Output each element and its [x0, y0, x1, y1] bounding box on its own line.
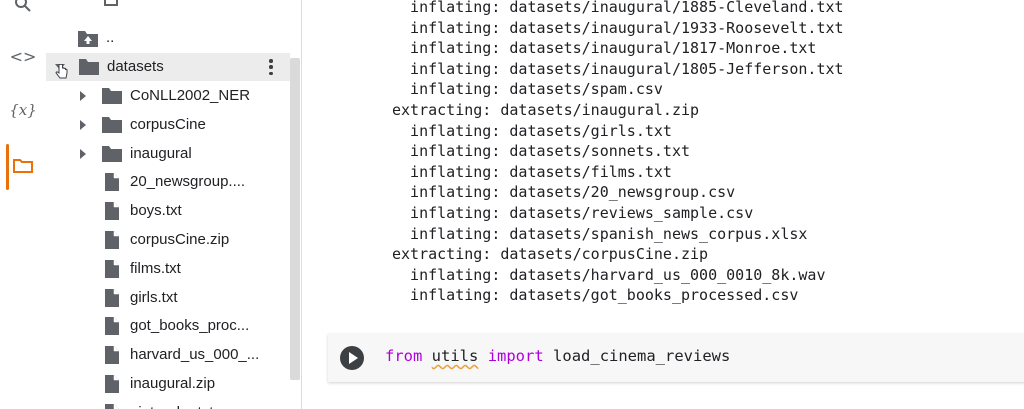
item-label: 20_newsgroup.... — [130, 173, 246, 191]
file-icon — [105, 346, 119, 365]
code-icon[interactable]: <> — [0, 38, 46, 74]
cell-output: inflating: datasets/inaugural/1885-Cleve… — [304, 0, 1024, 320]
code-editor[interactable]: from utils import load_cinema_reviews — [385, 347, 730, 365]
import-name: load_cinema_reviews — [553, 347, 731, 365]
file-icon — [105, 173, 119, 192]
file-icon — [105, 202, 119, 221]
file-panel-scrollbar[interactable] — [290, 58, 300, 380]
output-line: inflating: datasets/reviews_sample.csv — [392, 204, 754, 222]
file-icon — [105, 317, 119, 336]
folder-item[interactable]: corpusCine — [46, 111, 290, 139]
chevron-right-icon[interactable] — [78, 148, 88, 159]
folder-up-icon — [78, 31, 98, 47]
file-icon — [105, 403, 119, 409]
item-label: girls.txt — [130, 288, 178, 306]
parent-directory[interactable]: .. — [46, 25, 290, 53]
output-line: inflating: datasets/girls.txt — [392, 121, 672, 140]
file-item[interactable]: films.txt — [46, 255, 290, 283]
output-line: inflating: datasets/got_books_processed.… — [392, 286, 799, 305]
folder-icon — [79, 59, 99, 75]
output-line: inflating: datasets/harvard_us_000_0010_… — [392, 265, 826, 284]
folder-item[interactable]: inaugural — [46, 140, 290, 168]
file-item[interactable]: boys.txt — [46, 197, 290, 225]
file-browser-panel: .. datasets CoNLL2002_NER corpusCine inaug… — [46, 0, 302, 409]
play-icon — [349, 352, 358, 364]
parent-label: .. — [106, 29, 115, 46]
file-item[interactable]: harvard_us_000_... — [46, 341, 290, 369]
run-cell-button[interactable] — [340, 346, 364, 370]
left-rail: <> {x} — [0, 0, 46, 409]
item-label: boys.txt — [130, 202, 182, 220]
module-name: utils — [431, 347, 479, 365]
output-line: extracting: datasets/corpusCine.zip — [392, 245, 709, 264]
chevron-right-icon[interactable] — [78, 119, 88, 130]
variables-icon[interactable]: {x} — [0, 92, 46, 128]
code-cell[interactable]: from utils import load_cinema_reviews — [328, 334, 1024, 382]
file-item[interactable]: got_books_proc... — [46, 312, 290, 340]
file-item[interactable]: 20_newsgroup.... — [46, 168, 290, 196]
cursor-hand-icon — [55, 64, 68, 79]
file-icon — [105, 231, 119, 249]
item-label: got_books_proc... — [130, 317, 250, 335]
item-label: films.txt — [130, 259, 181, 277]
folder-upload-icon[interactable] — [104, 0, 118, 6]
more-vert-icon[interactable] — [268, 59, 274, 75]
item-label: inaugural — [130, 144, 192, 162]
file-item[interactable]: nietzsche.txt — [46, 399, 290, 409]
chevron-right-icon[interactable] — [78, 91, 88, 101]
folder-icon — [102, 116, 122, 133]
output-line: inflating: datasets/inaugural/1885-Cleve… — [392, 0, 844, 16]
folder-icon[interactable] — [0, 148, 46, 184]
item-label: corpusCine.zip — [130, 231, 230, 248]
file-icon — [105, 288, 119, 307]
output-line: inflating: datasets/sonnets.txt — [392, 142, 691, 161]
folder-datasets[interactable]: datasets — [46, 53, 290, 81]
item-label: harvard_us_000_... — [130, 346, 260, 364]
item-label: nietzsche.txt — [130, 404, 213, 409]
file-item[interactable]: inaugural.zip — [46, 370, 290, 398]
output-line: inflating: datasets/spam.csv — [392, 80, 663, 99]
item-label: corpusCine — [130, 115, 206, 133]
output-line: inflating: datasets/20_newsgroup.csv — [392, 183, 736, 202]
keyword-from: from — [385, 347, 423, 365]
file-icon — [105, 375, 119, 393]
folder-label: datasets — [107, 58, 164, 75]
output-line: inflating: datasets/inaugural/1805-Jeffe… — [392, 59, 844, 78]
search-icon[interactable] — [0, 0, 46, 22]
output-line: inflating: datasets/inaugural/1817-Monro… — [392, 39, 817, 58]
file-item[interactable]: girls.txt — [46, 284, 290, 312]
folder-icon — [102, 88, 122, 104]
output-line: inflating: datasets/films.txt — [392, 162, 672, 181]
folder-item[interactable]: CoNLL2002_NER — [46, 82, 290, 110]
keyword-import: import — [487, 347, 544, 365]
file-icon — [105, 259, 119, 278]
file-item[interactable]: corpusCine.zip — [46, 226, 290, 254]
output-line: inflating: datasets/inaugural/1933-Roose… — [392, 18, 844, 37]
item-label: CoNLL2002_NER — [130, 87, 251, 104]
item-label: inaugural.zip — [130, 375, 216, 392]
folder-icon — [102, 145, 122, 162]
output-line: extracting: datasets/inaugural.zip — [392, 101, 700, 119]
output-line: inflating: datasets/spanish_news_corpus.… — [392, 224, 808, 243]
